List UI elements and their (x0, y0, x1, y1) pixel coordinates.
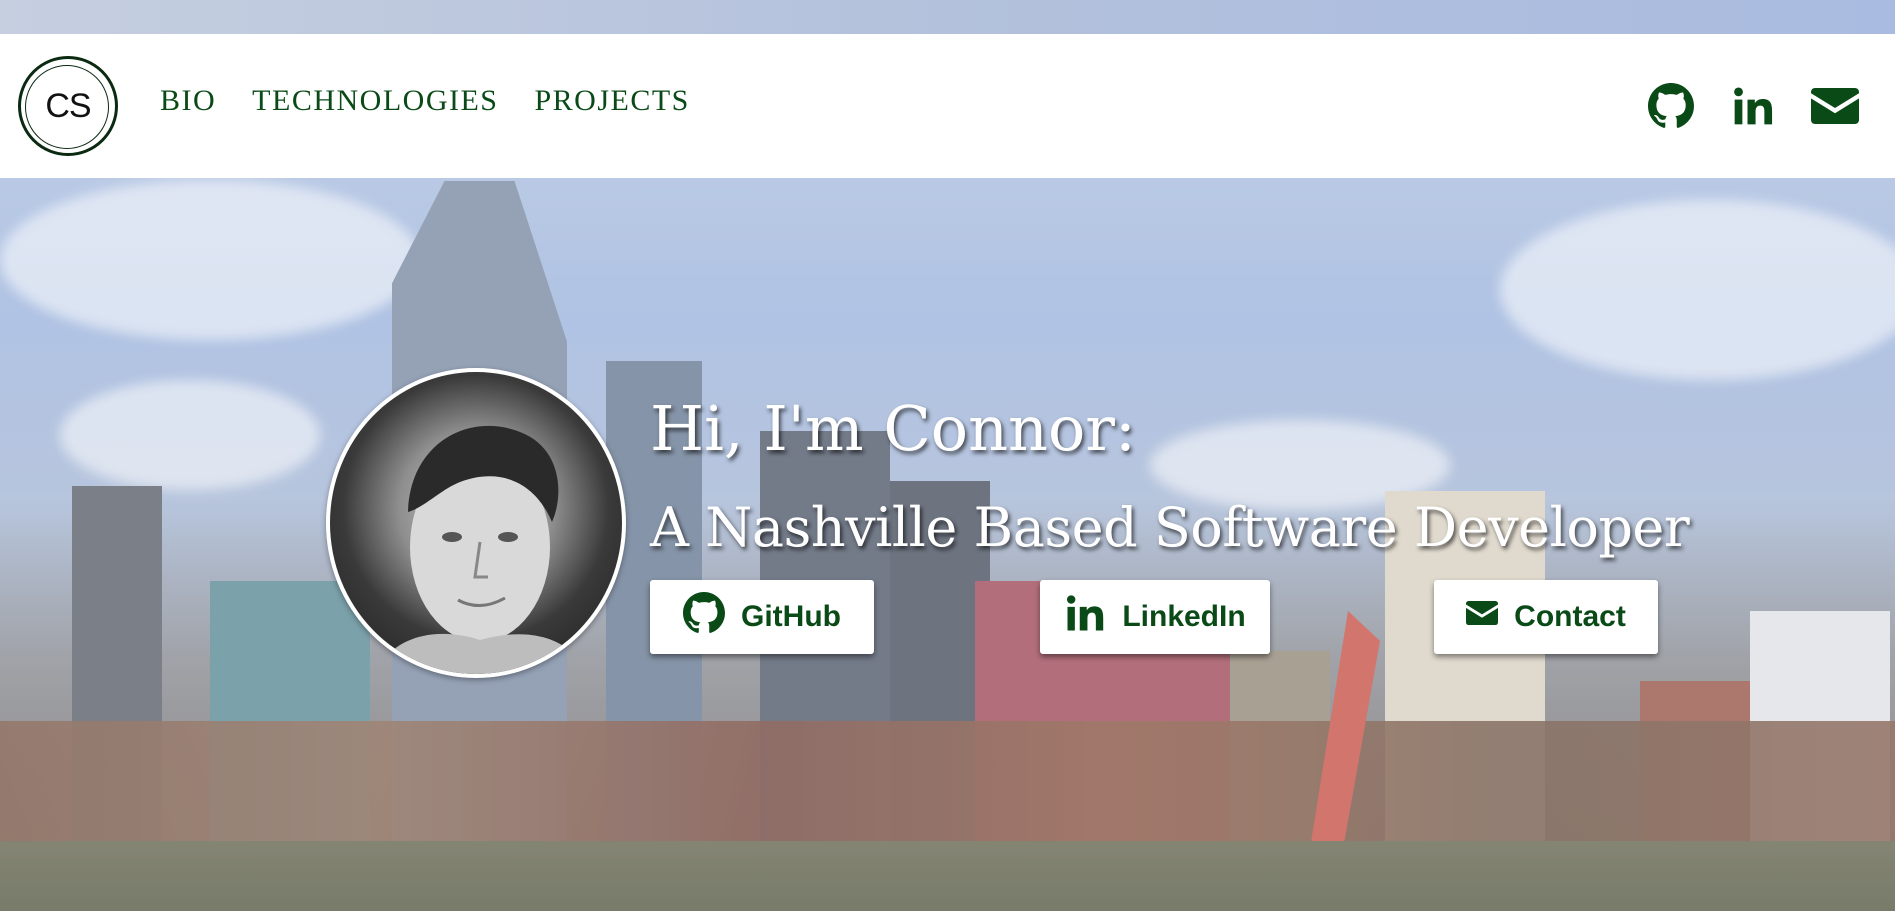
github-icon[interactable] (1647, 82, 1695, 130)
nav-link-bio[interactable]: BIO (160, 84, 216, 118)
envelope-icon (1466, 600, 1499, 634)
linkedin-icon (1064, 592, 1106, 642)
contact-button[interactable]: Contact (1434, 580, 1658, 654)
github-button[interactable]: GitHub (650, 580, 874, 654)
nav-links: BIO TECHNOLOGIES PROJECTS (160, 84, 690, 118)
profile-photo (326, 368, 626, 678)
navbar: CS BIO TECHNOLOGIES PROJECTS (0, 34, 1895, 178)
logo-ring (25, 65, 109, 149)
linkedin-button[interactable]: LinkedIn (1040, 580, 1270, 654)
social-links (1647, 82, 1859, 130)
contact-button-label: Contact (1514, 600, 1626, 633)
top-strip (0, 0, 1895, 34)
github-icon (683, 592, 725, 642)
linkedin-button-label: LinkedIn (1122, 600, 1246, 633)
logo[interactable]: CS (18, 56, 118, 156)
linkedin-icon[interactable] (1729, 82, 1777, 130)
nav-link-projects[interactable]: PROJECTS (534, 84, 689, 118)
nav-link-technologies[interactable]: TECHNOLOGIES (252, 84, 498, 118)
github-button-label: GitHub (741, 600, 841, 633)
hero-title: Hi, I'm Connor: (650, 392, 1136, 465)
envelope-icon[interactable] (1811, 82, 1859, 130)
page: CS BIO TECHNOLOGIES PROJECTS Hi, I'm Con… (0, 0, 1895, 911)
hero-subtitle: A Nashville Based Software Developer (650, 496, 1690, 559)
